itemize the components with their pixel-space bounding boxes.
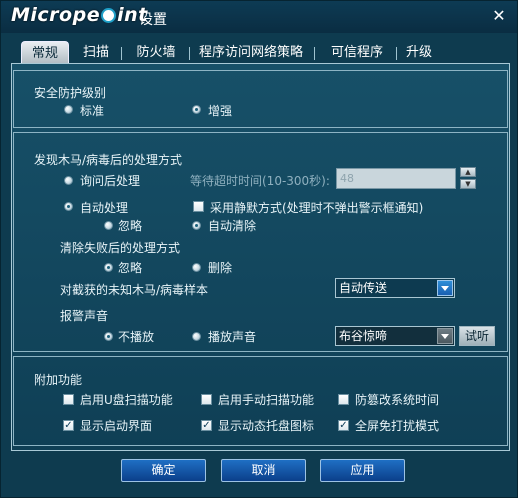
trojan-handling-title: 发现木马/病毒后的处理方式 — [34, 153, 183, 167]
settings-window: Micrope int 设置 ✕ 常规 扫描 防火墙 程序访问网络策略 可信程序 … — [0, 0, 518, 498]
window-title: 设置 — [139, 12, 167, 28]
time-tamper-checkbox[interactable] — [338, 394, 349, 405]
usb-scan-label: 启用U盘扫描功能 — [80, 393, 173, 407]
ok-button[interactable]: 确定 — [121, 459, 206, 482]
tab-upgrade[interactable]: 升级 — [399, 41, 439, 65]
timeout-spinner[interactable]: ▲ ▼ — [460, 167, 476, 189]
tray-icon-label: 显示动态托盘图标 — [218, 419, 315, 433]
fullscreen-mode-label: 全屏免打扰模式 — [355, 419, 440, 433]
tab-panel: 安全防护级别 标准 增强 发现木马/病毒后的处理方式 询问后处理 等待超时时间(… — [11, 63, 510, 451]
listen-button[interactable]: 试听 — [459, 326, 495, 346]
ignore-radio[interactable] — [104, 221, 113, 230]
fail-delete-radio[interactable] — [192, 263, 201, 272]
security-level-title: 安全防护级别 — [34, 86, 107, 100]
timeout-input[interactable]: 48 — [336, 168, 456, 189]
time-tamper-label: 防篡改系统时间 — [355, 393, 440, 407]
auto-clear-label: 自动清除 — [208, 219, 257, 233]
sample-handling-select[interactable]: 自动传送 — [335, 278, 455, 298]
title-bar: Micrope int 设置 ✕ — [1, 1, 517, 33]
silent-mode-checkbox[interactable] — [193, 201, 204, 212]
cancel-button[interactable]: 取消 — [221, 459, 306, 482]
auto-handle-radio[interactable] — [64, 202, 73, 211]
tab-divider — [396, 47, 397, 60]
alarm-sound-title: 报警声音 — [60, 309, 109, 323]
manual-scan-label: 启用手动扫描功能 — [218, 393, 315, 407]
tab-general[interactable]: 常规 — [21, 41, 69, 65]
tab-firewall[interactable]: 防火墙 — [125, 41, 187, 65]
level-enhanced-label: 增强 — [208, 104, 233, 118]
ask-handle-radio[interactable] — [64, 176, 73, 185]
fail-ignore-radio[interactable] — [104, 263, 113, 272]
silent-mode-label: 采用静默方式(处理时不弹出警示框通知) — [210, 201, 424, 215]
tab-trusted-programs[interactable]: 可信程序 — [319, 41, 395, 65]
level-enhanced-radio[interactable] — [192, 105, 201, 114]
apply-button[interactable]: 应用 — [320, 459, 405, 482]
sound-value: 布谷惊啼 — [339, 329, 388, 343]
sample-label: 对截获的未知木马/病毒样本 — [60, 283, 209, 297]
tab-divider — [189, 47, 190, 60]
close-icon[interactable]: ✕ — [490, 7, 508, 25]
tab-divider — [121, 47, 122, 60]
show-splash-label: 显示启动界面 — [80, 419, 153, 433]
timeout-label: 等待超时时间(10-300秒): — [190, 174, 330, 188]
fail-ignore-label: 忽略 — [118, 261, 143, 275]
chevron-down-icon[interactable] — [437, 328, 453, 344]
auto-clear-radio[interactable] — [192, 221, 201, 230]
no-play-radio[interactable] — [104, 332, 113, 341]
micropoint-logo: Micrope int — [11, 4, 148, 26]
tab-divider — [314, 47, 315, 60]
sound-select[interactable]: 布谷惊啼 — [335, 326, 455, 346]
fail-delete-label: 删除 — [208, 261, 233, 275]
no-play-label: 不播放 — [118, 330, 155, 344]
logo-text-left: Micrope — [11, 4, 101, 26]
ask-handle-label: 询问后处理 — [80, 174, 141, 188]
usb-scan-checkbox[interactable] — [63, 394, 74, 405]
spin-down-icon[interactable]: ▼ — [460, 179, 476, 189]
level-standard-radio[interactable] — [64, 105, 73, 114]
ignore-label: 忽略 — [118, 219, 143, 233]
fullscreen-mode-checkbox[interactable]: ✓ — [338, 420, 349, 431]
tray-icon-checkbox[interactable]: ✓ — [201, 420, 212, 431]
tab-network-policy[interactable]: 程序访问网络策略 — [192, 41, 310, 65]
tab-scan[interactable]: 扫描 — [71, 41, 121, 65]
manual-scan-checkbox[interactable] — [201, 394, 212, 405]
logo-dot-icon — [101, 8, 117, 23]
level-standard-label: 标准 — [80, 104, 105, 118]
fail-handling-title: 清除失败后的处理方式 — [60, 241, 181, 255]
extra-features-title: 附加功能 — [34, 373, 83, 387]
show-splash-checkbox[interactable]: ✓ — [63, 420, 74, 431]
sample-handling-value: 自动传送 — [339, 281, 388, 295]
chevron-down-icon[interactable] — [437, 280, 453, 296]
spin-up-icon[interactable]: ▲ — [460, 167, 476, 177]
auto-handle-label: 自动处理 — [80, 201, 129, 215]
play-sound-label: 播放声音 — [208, 330, 257, 344]
play-sound-radio[interactable] — [192, 332, 201, 341]
